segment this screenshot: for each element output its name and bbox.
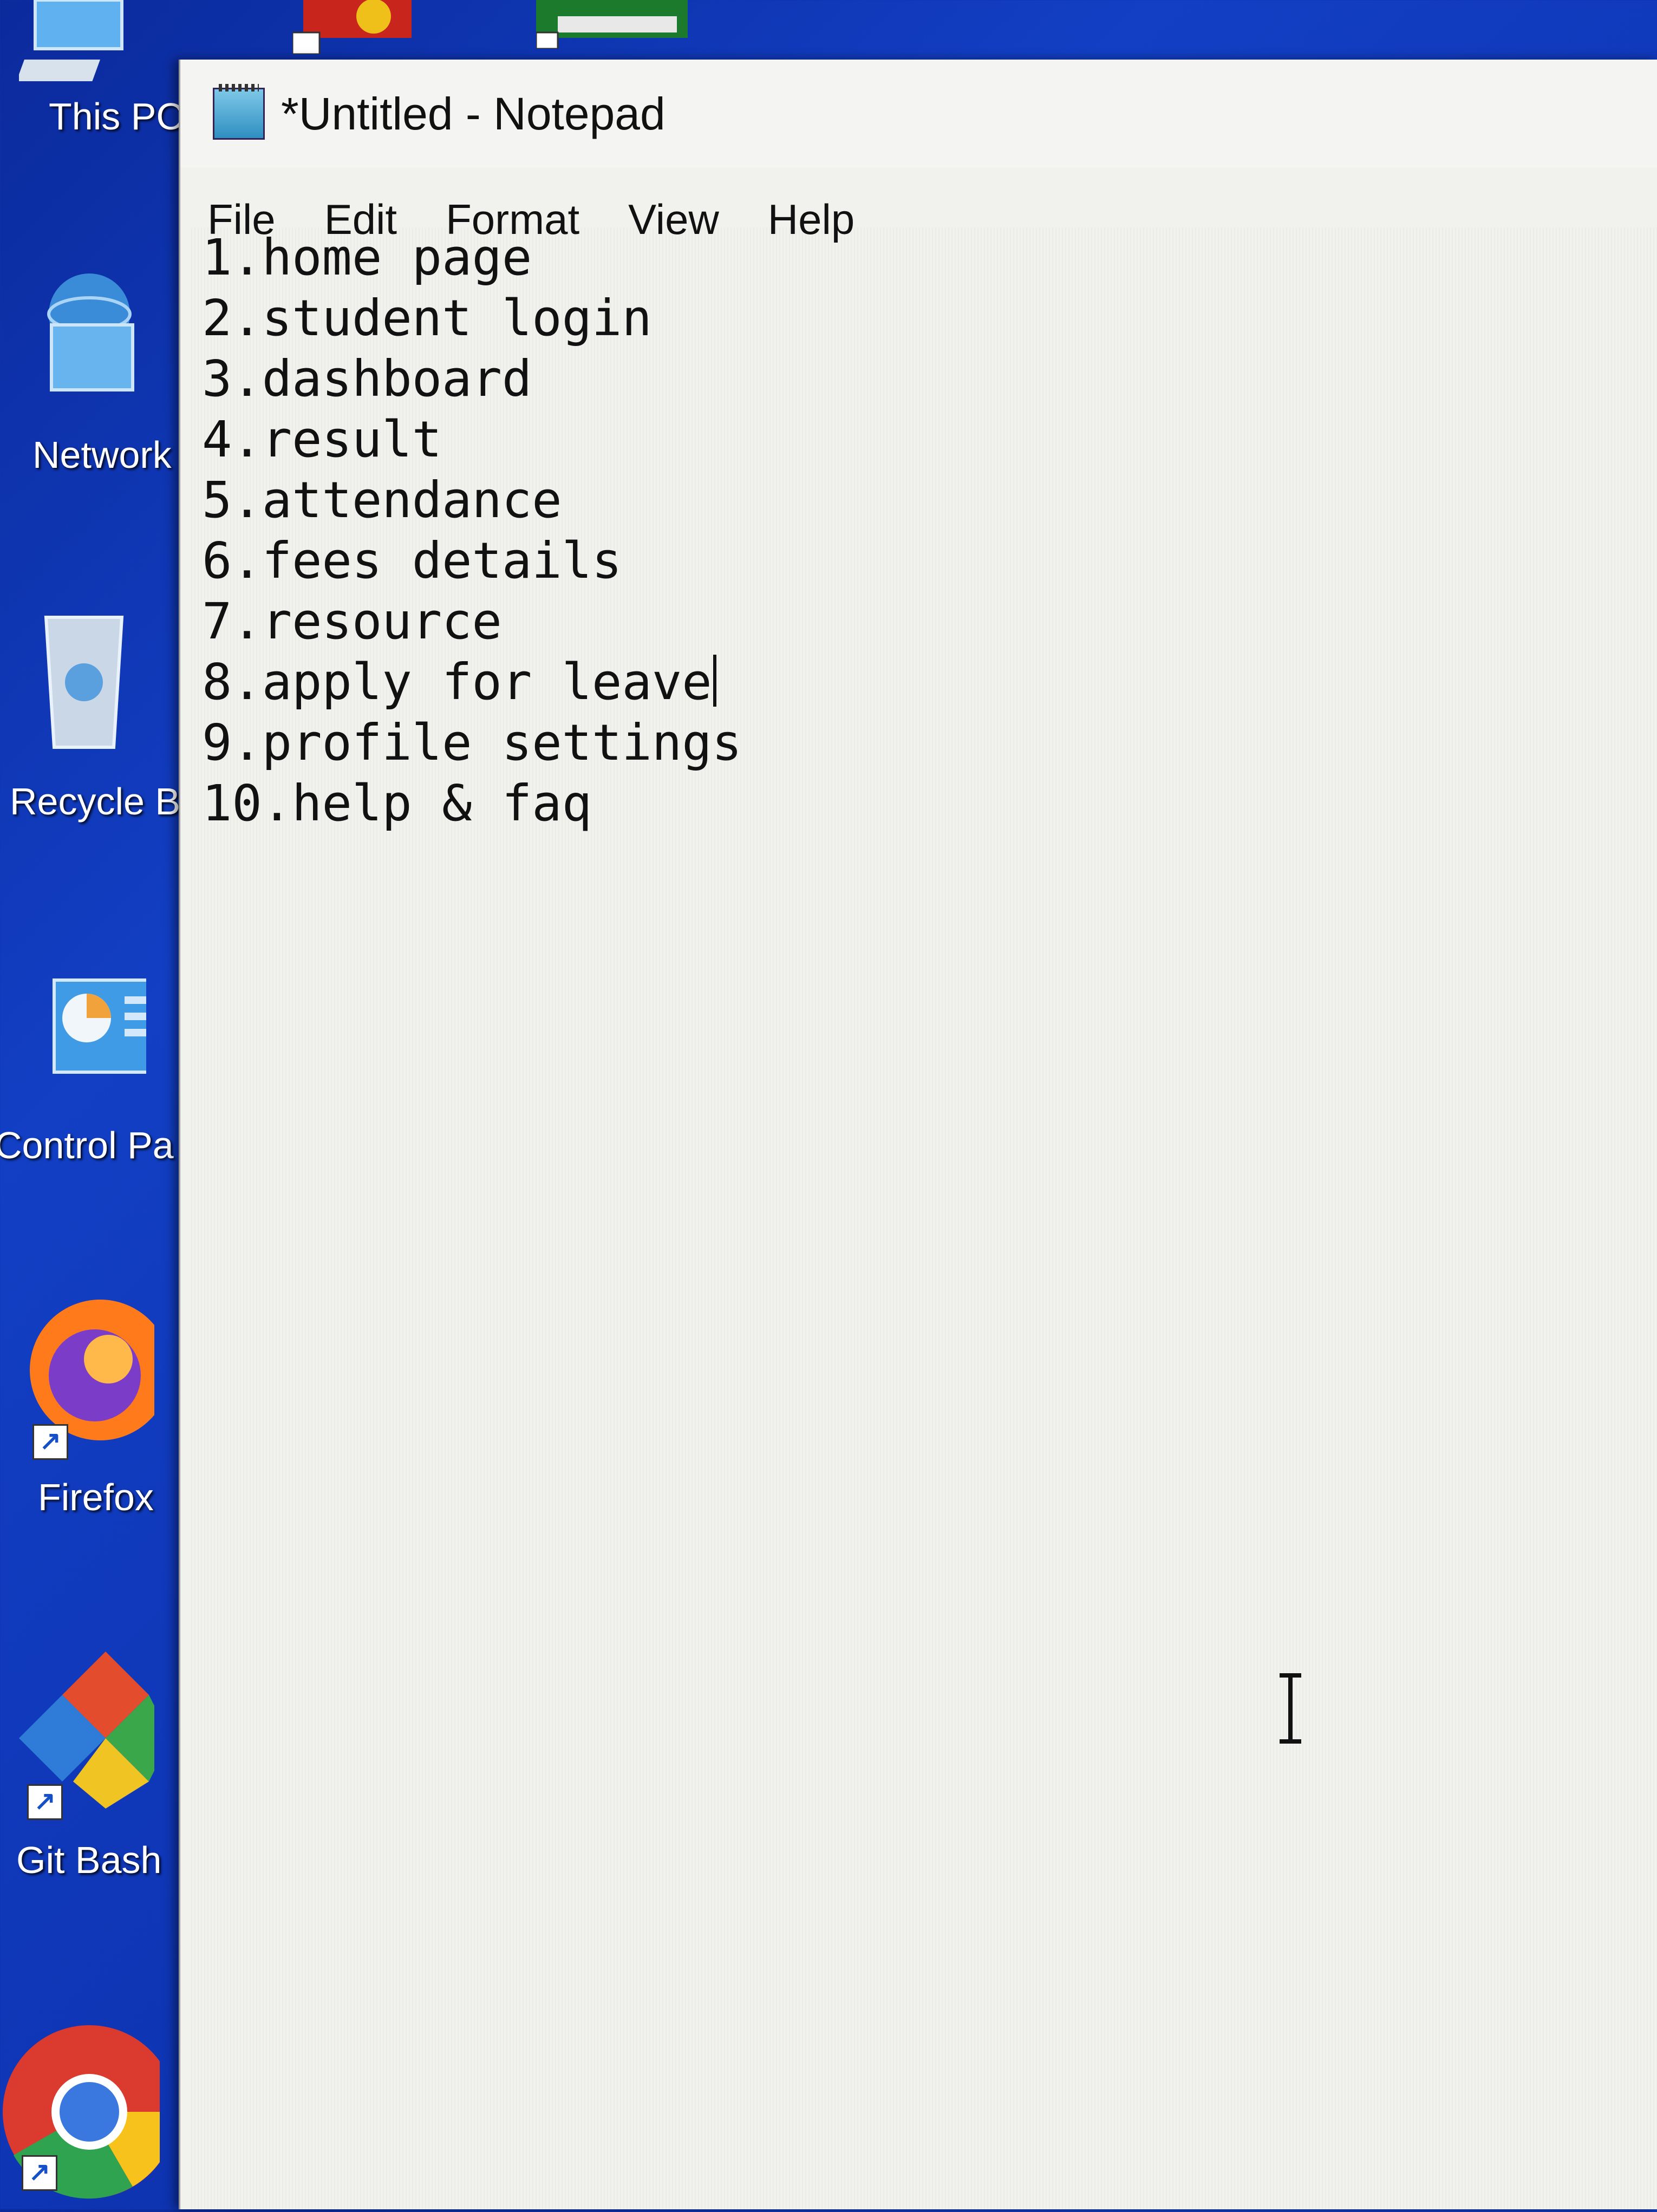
notepad-window[interactable]: *Untitled - Notepad File Edit Format Vie… — [179, 60, 1657, 2209]
text-caret — [713, 655, 716, 707]
shortcut-arrow-icon: ↗ — [22, 2155, 57, 2191]
this-pc-icon — [16, 0, 138, 92]
desktop-icon-label: Control Pa — [0, 1124, 174, 1166]
firefox-icon: ↗ — [3, 1289, 171, 1460]
desktop-icon-recycle-bin[interactable]: Recycle B — [0, 606, 181, 834]
desktop-icon-network[interactable]: Network — [0, 271, 179, 487]
text-line: 2.student login — [202, 289, 652, 347]
text-line-with-caret: 8.apply for leave — [202, 652, 1657, 713]
desktop-icon-control-panel[interactable]: Control Pa — [0, 969, 186, 1197]
text-line: 10.help & faq — [202, 774, 592, 832]
git-bash-icon: ↗ — [3, 1646, 171, 1820]
text-line: 5.attendance — [202, 471, 562, 529]
control-panel-icon — [11, 969, 186, 1078]
text-line: 4.result — [202, 410, 442, 468]
chrome-icon: ↗ — [0, 2014, 176, 2209]
text-line: 7.resource — [202, 592, 502, 650]
top-shortcut-icon-2[interactable] — [535, 0, 688, 50]
text-line: 9.profile settings — [202, 714, 742, 772]
desktop-icon-label: Recycle B — [10, 780, 181, 823]
network-globe-icon — [19, 271, 138, 401]
window-title: *Untitled - Notepad — [281, 88, 666, 139]
top-shortcut-icon-1[interactable] — [291, 0, 417, 55]
desktop-icon-git-bash[interactable]: ↗ Git Bash — [0, 1646, 179, 1895]
notepad-app-icon — [213, 84, 265, 140]
text-editor-area[interactable]: 1.home page 2.student login 3.dashboard … — [191, 227, 1657, 2209]
desktop-icon-firefox[interactable]: ↗ Firefox — [0, 1289, 179, 1527]
text-line: 3.dashboard — [202, 350, 532, 408]
desktop-icon-chrome[interactable]: ↗ — [0, 2014, 179, 2209]
desktop-icon-this-pc[interactable]: This PC — [0, 0, 184, 141]
title-bar[interactable]: *Untitled - Notepad — [180, 60, 1657, 168]
shortcut-arrow-icon: ↗ — [32, 1424, 68, 1460]
recycle-bin-icon — [24, 606, 133, 758]
text-line: 6.fees details — [202, 532, 622, 590]
desktop-icon-label: Git Bash — [16, 1839, 162, 1881]
text-line: 8.apply for leave — [202, 653, 712, 711]
desktop-icon-label: Network — [32, 434, 172, 476]
ibeam-cursor-icon — [1274, 1673, 1307, 1744]
text-line: 1.home page — [202, 229, 532, 286]
desktop-icon-label: Firefox — [38, 1476, 154, 1518]
desktop-icon-label: This PC — [49, 95, 184, 138]
shortcut-arrow-icon: ↗ — [27, 1784, 63, 1820]
